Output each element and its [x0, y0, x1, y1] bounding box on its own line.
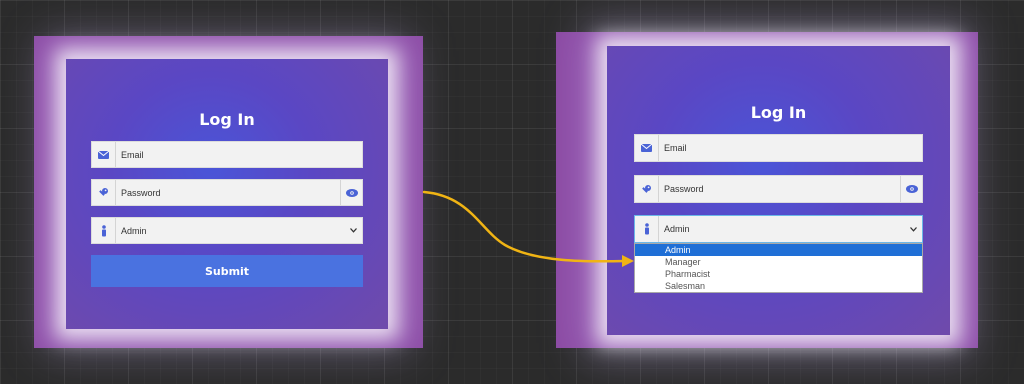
transition-arrow — [422, 190, 634, 267]
